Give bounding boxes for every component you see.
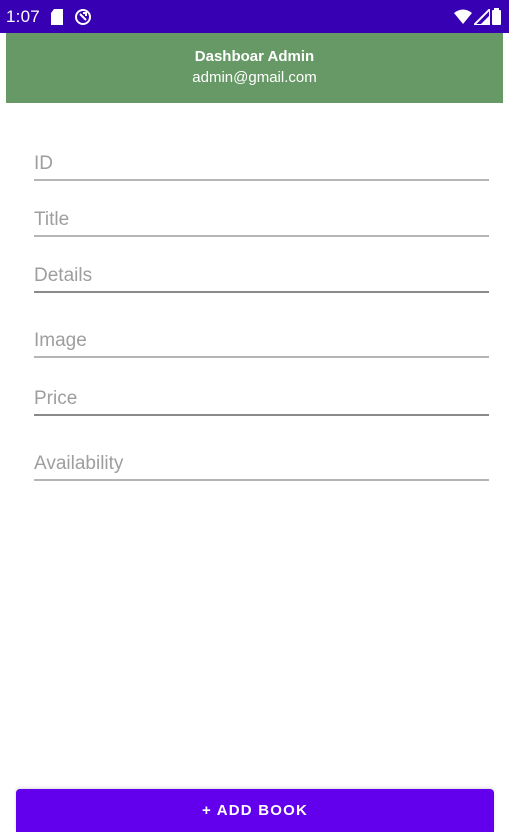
availability-field <box>34 441 489 481</box>
title-input[interactable] <box>34 209 489 231</box>
status-time: 1:07 <box>6 6 40 26</box>
status-left: 1:07 <box>6 7 92 27</box>
image-field <box>34 318 489 358</box>
sync-icon <box>74 8 92 26</box>
image-input[interactable] <box>34 330 489 352</box>
details-field <box>34 253 489 293</box>
signal-icon <box>474 8 490 25</box>
details-input[interactable] <box>34 265 489 287</box>
admin-email: admin@gmail.com <box>192 69 317 86</box>
add-book-button[interactable]: + ADD BOOK <box>16 789 494 832</box>
sd-card-icon <box>50 8 64 25</box>
title-field <box>34 197 489 237</box>
battery-icon <box>492 8 501 25</box>
availability-input[interactable] <box>34 453 489 475</box>
status-right <box>454 8 501 25</box>
header-title: Dashboar Admin <box>194 48 315 65</box>
price-field <box>34 376 489 416</box>
admin-header: Dashboar Admin admin@gmail.com <box>6 33 503 103</box>
price-input[interactable] <box>34 388 489 410</box>
status-bar: 1:07 <box>0 0 509 33</box>
id-field <box>34 141 489 181</box>
wifi-icon <box>454 9 472 25</box>
id-input[interactable] <box>34 153 489 175</box>
